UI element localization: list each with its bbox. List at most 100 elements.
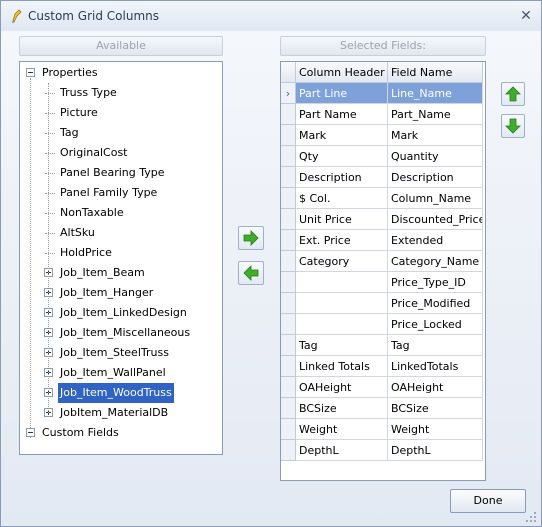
- tree-node-label: Tag: [60, 126, 79, 139]
- field-name-cell[interactable]: Discounted_Price: [388, 209, 483, 230]
- tree-node-label: OriginalCost: [60, 146, 128, 159]
- row-selector[interactable]: [281, 419, 296, 440]
- move-up-button[interactable]: [501, 82, 525, 106]
- tree-node[interactable]: Job_Item_Beam: [20, 263, 220, 283]
- field-name-cell[interactable]: Price_Type_ID: [388, 272, 483, 293]
- tree-connector: [45, 253, 55, 254]
- selected-fields-grid[interactable]: Column Header Field Name › Part Line Line_Na…: [280, 61, 486, 481]
- tree-node[interactable]: Custom Fields: [20, 423, 220, 443]
- column-header-column-header[interactable]: Column Header: [296, 62, 388, 83]
- tree-node[interactable]: Panel Family Type: [20, 183, 220, 203]
- column-header-cell[interactable]: Unit Price: [296, 209, 388, 230]
- column-header-cell[interactable]: [296, 293, 388, 314]
- tree-node[interactable]: OriginalCost: [20, 143, 220, 163]
- row-selector[interactable]: [281, 335, 296, 356]
- row-selector[interactable]: [281, 230, 296, 251]
- move-down-button[interactable]: [501, 114, 525, 138]
- tree-node[interactable]: Job_Item_LinkedDesign: [20, 303, 220, 323]
- field-name-cell[interactable]: Column_Name: [388, 188, 483, 209]
- row-selector[interactable]: [281, 398, 296, 419]
- field-name-cell[interactable]: Price_Modified: [388, 293, 483, 314]
- tree-node-label: Job_Item_LinkedDesign: [60, 306, 187, 319]
- column-header-cell[interactable]: BCSize: [296, 398, 388, 419]
- column-header-cell[interactable]: Tag: [296, 335, 388, 356]
- tree-connector: [45, 93, 55, 94]
- row-selector[interactable]: [281, 293, 296, 314]
- field-name-cell[interactable]: Category_Name: [388, 251, 483, 272]
- arrow-down-icon: [505, 118, 521, 134]
- column-header-cell[interactable]: DepthL: [296, 440, 388, 461]
- row-selector[interactable]: [281, 377, 296, 398]
- selected-fields-header: Selected Fields:: [280, 36, 486, 56]
- tree-node[interactable]: Job_Item_WallPanel: [20, 363, 220, 383]
- column-header-cell[interactable]: Part Name: [296, 104, 388, 125]
- row-selector[interactable]: [281, 272, 296, 293]
- field-name-cell[interactable]: BCSize: [388, 398, 483, 419]
- tree-node[interactable]: NonTaxable: [20, 203, 220, 223]
- column-header-cell[interactable]: Ext. Price: [296, 230, 388, 251]
- done-button[interactable]: Done: [450, 489, 526, 513]
- tree-node[interactable]: AltSku: [20, 223, 220, 243]
- column-header-cell[interactable]: Weight: [296, 419, 388, 440]
- tree-node[interactable]: Properties: [20, 63, 220, 83]
- field-name-cell[interactable]: Part_Name: [388, 104, 483, 125]
- tree-root-line: [30, 78, 31, 438]
- column-header-cell[interactable]: Qty: [296, 146, 388, 167]
- tree-node[interactable]: JobItem_MaterialDB: [20, 403, 220, 423]
- column-header-cell[interactable]: Mark: [296, 125, 388, 146]
- field-name-cell[interactable]: LinkedTotals: [388, 356, 483, 377]
- collapse-icon[interactable]: [26, 68, 35, 77]
- tree-node[interactable]: Picture: [20, 103, 220, 123]
- column-header-field-name[interactable]: Field Name: [388, 62, 483, 83]
- tree-node-label: Panel Bearing Type: [60, 166, 165, 179]
- row-selector[interactable]: [281, 440, 296, 461]
- row-selector[interactable]: [281, 314, 296, 335]
- row-selector[interactable]: [281, 125, 296, 146]
- close-button[interactable]: ✕: [516, 6, 536, 26]
- field-name-cell[interactable]: Extended: [388, 230, 483, 251]
- window-title: Custom Grid Columns: [28, 9, 159, 23]
- column-header-cell[interactable]: $ Col.: [296, 188, 388, 209]
- tree-node[interactable]: Job_Item_WoodTruss: [20, 383, 220, 403]
- row-selector[interactable]: [281, 146, 296, 167]
- tree-node[interactable]: HoldPrice: [20, 243, 220, 263]
- row-selector[interactable]: [281, 209, 296, 230]
- column-header-cell[interactable]: Linked Totals: [296, 356, 388, 377]
- grid-corner: [281, 62, 296, 83]
- row-selector[interactable]: ›: [281, 83, 296, 104]
- tree-connector: [45, 173, 55, 174]
- tree-node[interactable]: Job_Item_Hanger: [20, 283, 220, 303]
- tree-node[interactable]: Job_Item_SteelTruss: [20, 343, 220, 363]
- field-name-cell[interactable]: Tag: [388, 335, 483, 356]
- tree-node[interactable]: Truss Type: [20, 83, 220, 103]
- remove-field-button[interactable]: [238, 261, 264, 285]
- column-header-cell[interactable]: Description: [296, 167, 388, 188]
- tree-node-label: Job_Item_Miscellaneous: [60, 326, 191, 339]
- add-field-button[interactable]: [238, 226, 264, 250]
- tree-node[interactable]: Tag: [20, 123, 220, 143]
- column-header-cell[interactable]: [296, 272, 388, 293]
- column-header-cell[interactable]: Category: [296, 251, 388, 272]
- tree-node[interactable]: Job_Item_Miscellaneous: [20, 323, 220, 343]
- tree-node-label: Job_Item_Beam: [60, 266, 145, 279]
- collapse-icon[interactable]: [26, 428, 35, 437]
- column-header-cell[interactable]: [296, 314, 388, 335]
- row-selector[interactable]: [281, 104, 296, 125]
- field-name-cell[interactable]: Description: [388, 167, 483, 188]
- field-name-cell[interactable]: Quantity: [388, 146, 483, 167]
- row-selector[interactable]: [281, 356, 296, 377]
- field-name-cell[interactable]: OAHeight: [388, 377, 483, 398]
- row-selector[interactable]: [281, 188, 296, 209]
- resize-grip-icon[interactable]: [525, 511, 537, 523]
- tree-node[interactable]: Panel Bearing Type: [20, 163, 220, 183]
- available-fields-tree[interactable]: Properties Truss Type Picture Tag OriginalCo…: [19, 61, 223, 455]
- field-name-cell[interactable]: Price_Locked: [388, 314, 483, 335]
- field-name-cell[interactable]: DepthL: [388, 440, 483, 461]
- field-name-cell[interactable]: Mark: [388, 125, 483, 146]
- field-name-cell[interactable]: Weight: [388, 419, 483, 440]
- column-header-cell[interactable]: Part Line: [296, 83, 388, 104]
- field-name-cell[interactable]: Line_Name: [388, 83, 483, 104]
- column-header-cell[interactable]: OAHeight: [296, 377, 388, 398]
- row-selector[interactable]: [281, 167, 296, 188]
- row-selector[interactable]: [281, 251, 296, 272]
